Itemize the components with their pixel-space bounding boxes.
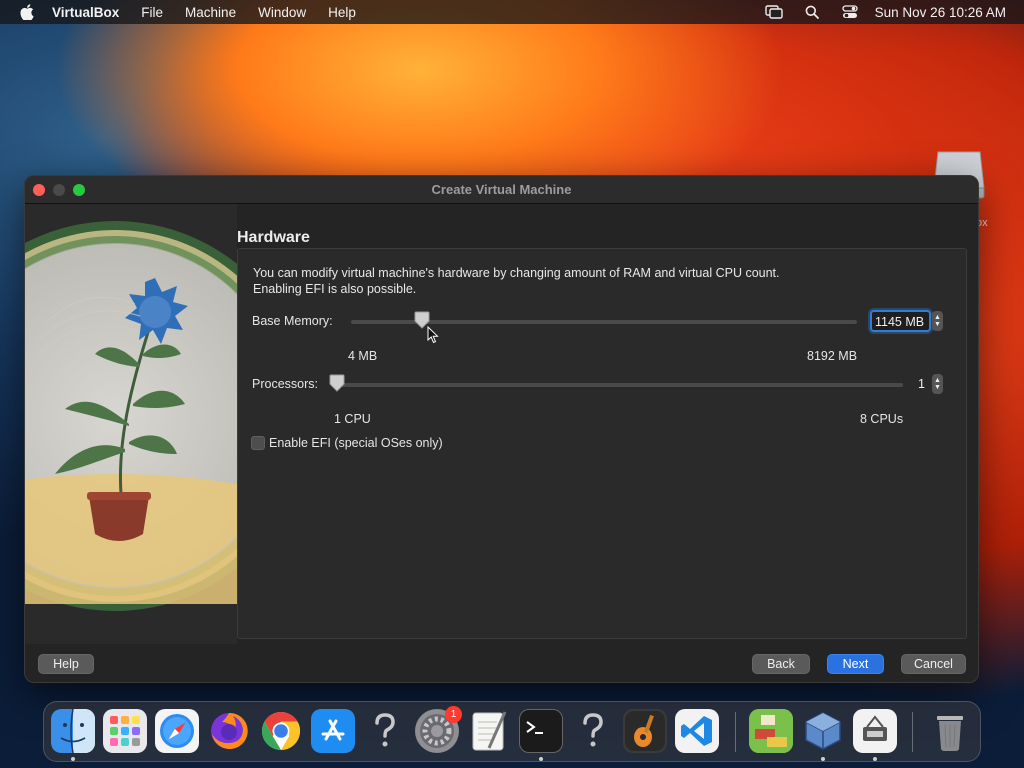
efi-checkbox-label[interactable]: Enable EFI (special OSes only) xyxy=(269,436,443,450)
app-store-icon[interactable] xyxy=(311,709,355,753)
menu-bar: VirtualBox File Machine Window Help Sun … xyxy=(0,0,1024,24)
hardware-panel: You can modify virtual machine's hardwar… xyxy=(237,248,967,639)
dock-running-indicator xyxy=(539,757,543,761)
screen-mirroring-icon[interactable] xyxy=(764,4,783,20)
back-button[interactable]: Back xyxy=(752,654,810,674)
chrome-icon[interactable] xyxy=(259,709,303,753)
help-button[interactable]: Help xyxy=(38,654,94,674)
processors-slider-thumb[interactable] xyxy=(329,374,345,392)
minecraft-icon[interactable] xyxy=(749,709,793,753)
dock-running-indicator xyxy=(821,757,825,761)
dock-separator xyxy=(735,712,736,752)
base-memory-min-label: 4 MB xyxy=(348,349,378,363)
menu-window[interactable]: Window xyxy=(258,5,306,20)
garageband-icon[interactable] xyxy=(623,709,667,753)
base-memory-max-label: 8192 MB xyxy=(807,349,858,363)
terminal-icon[interactable] xyxy=(519,709,563,753)
launchpad-icon[interactable] xyxy=(103,709,147,753)
description-line-1: You can modify virtual machine's hardwar… xyxy=(253,266,780,280)
virtualbox-icon[interactable] xyxy=(801,709,845,753)
mouse-cursor-icon xyxy=(427,325,439,344)
trash-icon[interactable] xyxy=(928,709,972,753)
vscode-icon[interactable] xyxy=(675,709,719,753)
unknown-app-icon[interactable] xyxy=(363,709,407,753)
utility-icon[interactable] xyxy=(853,709,897,753)
section-title: Hardware xyxy=(237,229,310,246)
finder-icon[interactable] xyxy=(51,709,95,753)
dock-running-indicator xyxy=(873,757,877,761)
mail-notification-badge: 1 xyxy=(445,706,462,723)
processors-value[interactable]: 1 xyxy=(918,377,925,391)
textedit-icon[interactable] xyxy=(467,709,511,753)
control-center-icon[interactable] xyxy=(841,4,859,20)
menu-help[interactable]: Help xyxy=(328,5,356,20)
search-icon[interactable] xyxy=(803,4,821,20)
processors-label: Processors: xyxy=(252,377,318,391)
menu-clock[interactable]: Sun Nov 26 10:26 AM xyxy=(875,5,1006,20)
menu-file[interactable]: File xyxy=(141,5,163,20)
base-memory-label: Base Memory: xyxy=(252,314,333,328)
dock-separator xyxy=(912,712,913,752)
menu-app-name[interactable]: VirtualBox xyxy=(52,5,119,20)
base-memory-stepper[interactable]: ▲ ▼ xyxy=(932,311,943,331)
cancel-button[interactable]: Cancel xyxy=(901,654,966,674)
dock xyxy=(43,701,981,762)
safari-icon[interactable] xyxy=(155,709,199,753)
create-vm-window: Create Virtual Machine Hardware You can … xyxy=(24,175,979,683)
wizard-illustration xyxy=(25,204,237,644)
apple-menu-icon[interactable] xyxy=(18,3,36,21)
window-title: Create Virtual Machine xyxy=(431,182,572,197)
processors-min-label: 1 CPU xyxy=(334,412,371,426)
efi-checkbox[interactable] xyxy=(251,436,265,450)
unknown-app-icon[interactable] xyxy=(571,709,615,753)
menu-machine[interactable]: Machine xyxy=(185,5,236,20)
hardware-description: You can modify virtual machine's hardwar… xyxy=(253,265,780,297)
window-titlebar[interactable]: Create Virtual Machine xyxy=(25,176,978,204)
description-line-2: Enabling EFI is also possible. xyxy=(253,282,417,296)
base-memory-input[interactable] xyxy=(870,310,931,332)
processors-stepper[interactable]: ▲ ▼ xyxy=(932,374,943,394)
firefox-icon[interactable] xyxy=(207,709,251,753)
processors-max-label: 8 CPUs xyxy=(860,412,904,426)
next-button[interactable]: Next xyxy=(827,654,884,674)
processors-slider-track[interactable] xyxy=(337,383,903,387)
dock-running-indicator xyxy=(71,757,75,761)
